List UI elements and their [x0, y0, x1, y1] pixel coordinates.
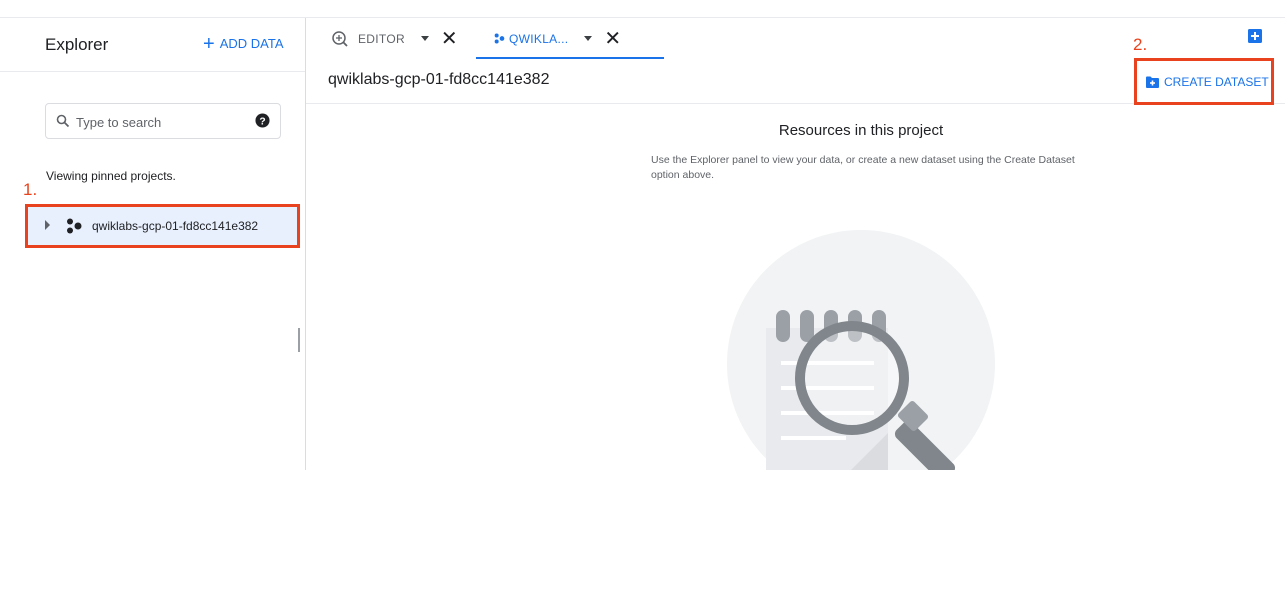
main-panel: EDITOR ✕ QWIKLA... ✕ qwiklabs-gcp-01-fd8… [306, 18, 1285, 470]
search-icon [56, 114, 70, 128]
explorer-panel: Explorer + ADD DATA ? Viewing pinned pro… [0, 18, 306, 470]
project-tree-item[interactable]: qwiklabs-gcp-01-fd8cc141e382 [25, 204, 300, 248]
search-input[interactable] [74, 112, 248, 132]
resources-title: Resources in this project [778, 122, 944, 139]
create-dataset-label: CREATE DATASET [1164, 74, 1269, 89]
page-title: qwiklabs-gcp-01-fd8cc141e382 [328, 71, 550, 88]
tab-project-label: QWIKLA... [509, 31, 569, 46]
close-icon[interactable]: ✕ [604, 29, 621, 49]
folder-plus-icon [1146, 76, 1159, 88]
query-editor-icon [332, 30, 348, 47]
add-tab-icon[interactable] [1248, 29, 1262, 43]
dropdown-caret-icon[interactable] [584, 36, 593, 41]
step-2-annotation: 2. [1133, 35, 1148, 54]
help-icon[interactable]: ? [255, 113, 270, 128]
plus-icon: + [203, 32, 215, 55]
add-data-button[interactable]: + ADD DATA [203, 32, 284, 55]
step-1-annotation: 1. [23, 180, 38, 199]
search-box[interactable]: ? [45, 103, 281, 139]
add-data-label: ADD DATA [219, 36, 284, 51]
close-icon[interactable]: ✕ [441, 29, 458, 49]
pinned-projects-text: Viewing pinned projects. [46, 169, 176, 183]
empty-state-illustration [727, 230, 995, 470]
resources-description: Use the Explorer panel to view your data… [651, 154, 1075, 181]
project-name: qwiklabs-gcp-01-fd8cc141e382 [92, 219, 259, 233]
tab-editor[interactable]: EDITOR ✕ [332, 18, 458, 59]
create-dataset-button[interactable]: CREATE DATASET [1134, 58, 1274, 105]
project-icon [494, 33, 505, 44]
expand-caret-icon[interactable] [45, 220, 50, 230]
dropdown-caret-icon[interactable] [420, 36, 429, 41]
tab-editor-label: EDITOR [358, 31, 405, 46]
svg-text:?: ? [259, 116, 265, 127]
bigquery-console: Explorer + ADD DATA ? Viewing pinned pro… [0, 17, 1285, 470]
project-icon [67, 218, 82, 234]
panel-resize-handle[interactable] [298, 328, 300, 352]
tab-project[interactable]: QWIKLA... ✕ [494, 18, 621, 59]
explorer-header: Explorer + ADD DATA [0, 18, 305, 72]
explorer-title: Explorer [45, 35, 109, 54]
